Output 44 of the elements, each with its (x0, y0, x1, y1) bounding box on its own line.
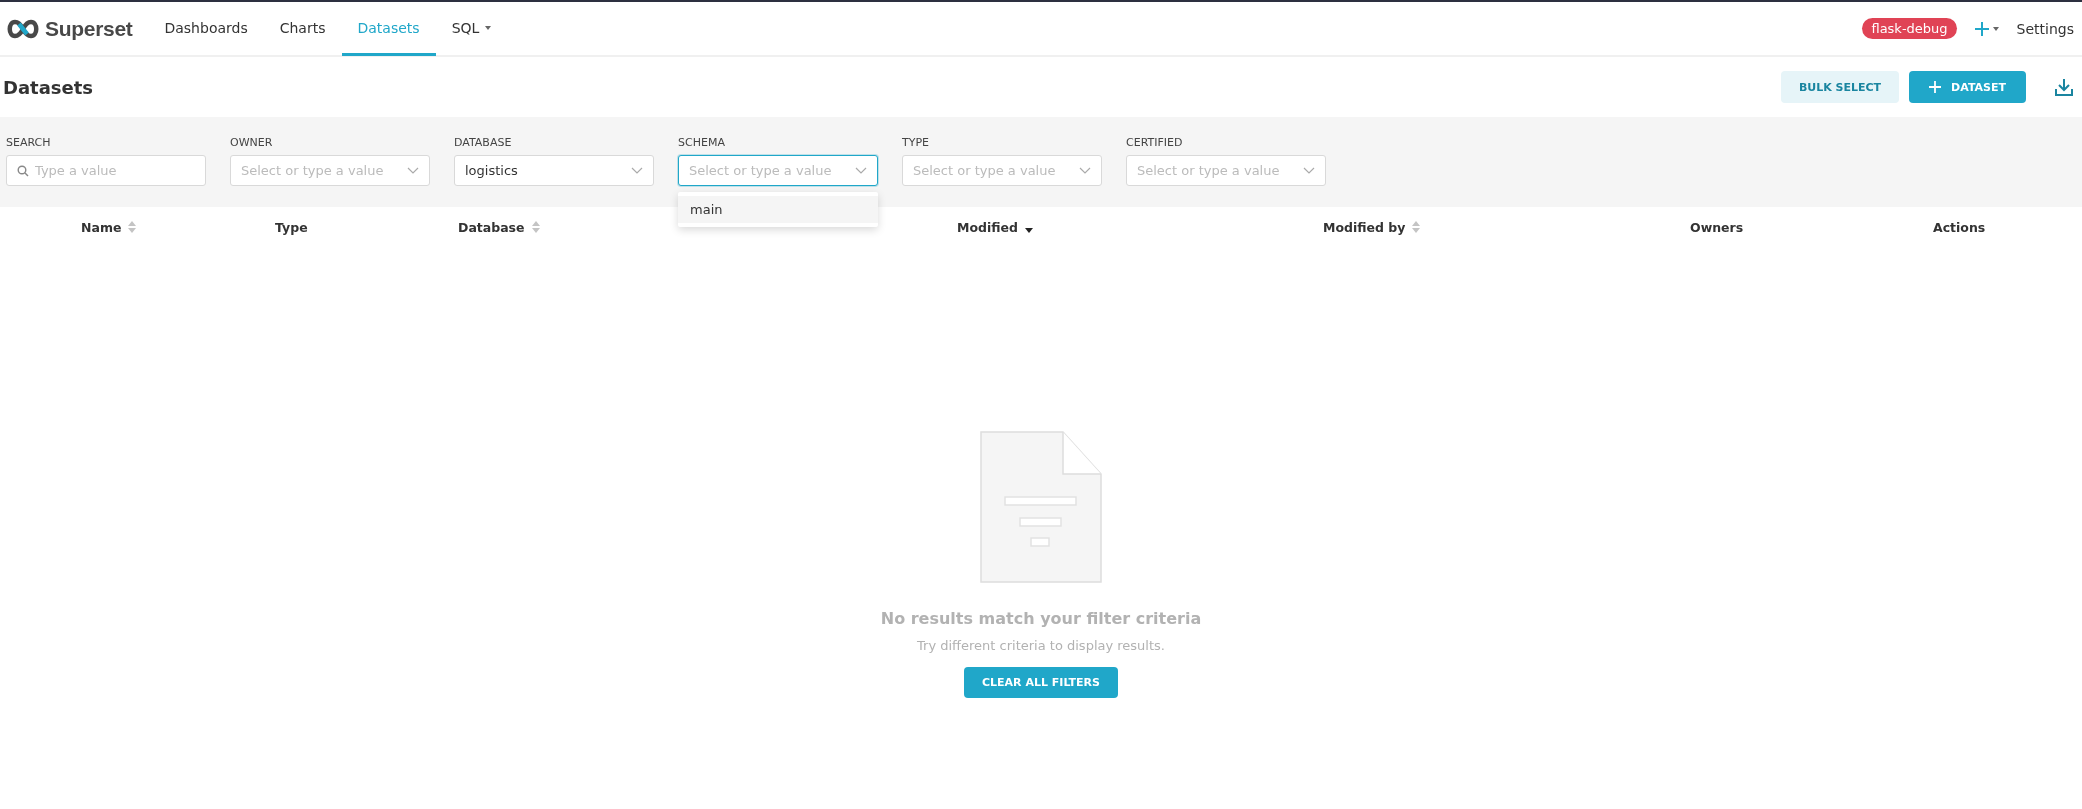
plus-icon (1929, 81, 1942, 93)
chevron-down-icon (1079, 167, 1091, 174)
chevron-down-icon (631, 167, 643, 174)
page-title: Datasets (3, 76, 94, 98)
search-input[interactable]: Type a value (35, 163, 195, 178)
select-input[interactable]: logistics (465, 163, 625, 178)
filter-label: DATABASE (454, 136, 513, 149)
select-input[interactable]: Select or type a value (241, 163, 401, 178)
filter-label: SCHEMA (678, 136, 726, 149)
caret-icon (1992, 26, 1999, 31)
column-header: Actions (1933, 218, 1987, 237)
dropdown-option[interactable]: main (678, 196, 878, 223)
column-header: Type (275, 218, 309, 237)
column-header[interactable]: Name (81, 217, 275, 237)
column-header[interactable]: Modified by (1323, 217, 1690, 237)
select-input[interactable]: Select or type a value (689, 163, 849, 178)
empty-title: No results match your filter criteria (880, 609, 1202, 628)
environment-badge: flask-debug (1862, 18, 1957, 39)
chevron-down-icon (855, 167, 867, 174)
plus-icon (1974, 21, 1989, 36)
filter-label: CERTIFIED (1126, 136, 1184, 149)
filter-label: OWNER (230, 136, 274, 149)
select-field[interactable]: Select or type a value (678, 155, 878, 186)
chevron-down-icon (407, 167, 419, 174)
filter-label: TYPE (902, 136, 931, 149)
filter-label: SEARCH (6, 136, 52, 149)
nav-tab[interactable]: Dashboards (148, 3, 264, 56)
brand-name[interactable]: Superset (45, 16, 133, 41)
search-field[interactable]: Type a value (6, 155, 206, 186)
select-input[interactable]: Select or type a value (913, 163, 1073, 178)
chevron-down-icon (1303, 167, 1315, 174)
column-header: Owners (1690, 218, 1745, 237)
caret-icon (485, 26, 492, 30)
nav-tab[interactable]: Charts (263, 3, 342, 56)
column-header[interactable]: Modified (957, 217, 1323, 237)
search-icon (17, 164, 29, 177)
empty-document-icon (980, 431, 1102, 583)
select-field[interactable]: logistics (454, 155, 654, 186)
nav-tab[interactable]: SQL (435, 3, 508, 56)
download-icon[interactable] (2054, 77, 2074, 97)
empty-description: Try different criteria to display results. (917, 638, 1165, 653)
select-input[interactable]: Select or type a value (1137, 163, 1297, 178)
settings-menu[interactable]: Settings (2016, 20, 2074, 37)
bulk-select-button[interactable]: BULK SELECT (1780, 71, 1900, 103)
